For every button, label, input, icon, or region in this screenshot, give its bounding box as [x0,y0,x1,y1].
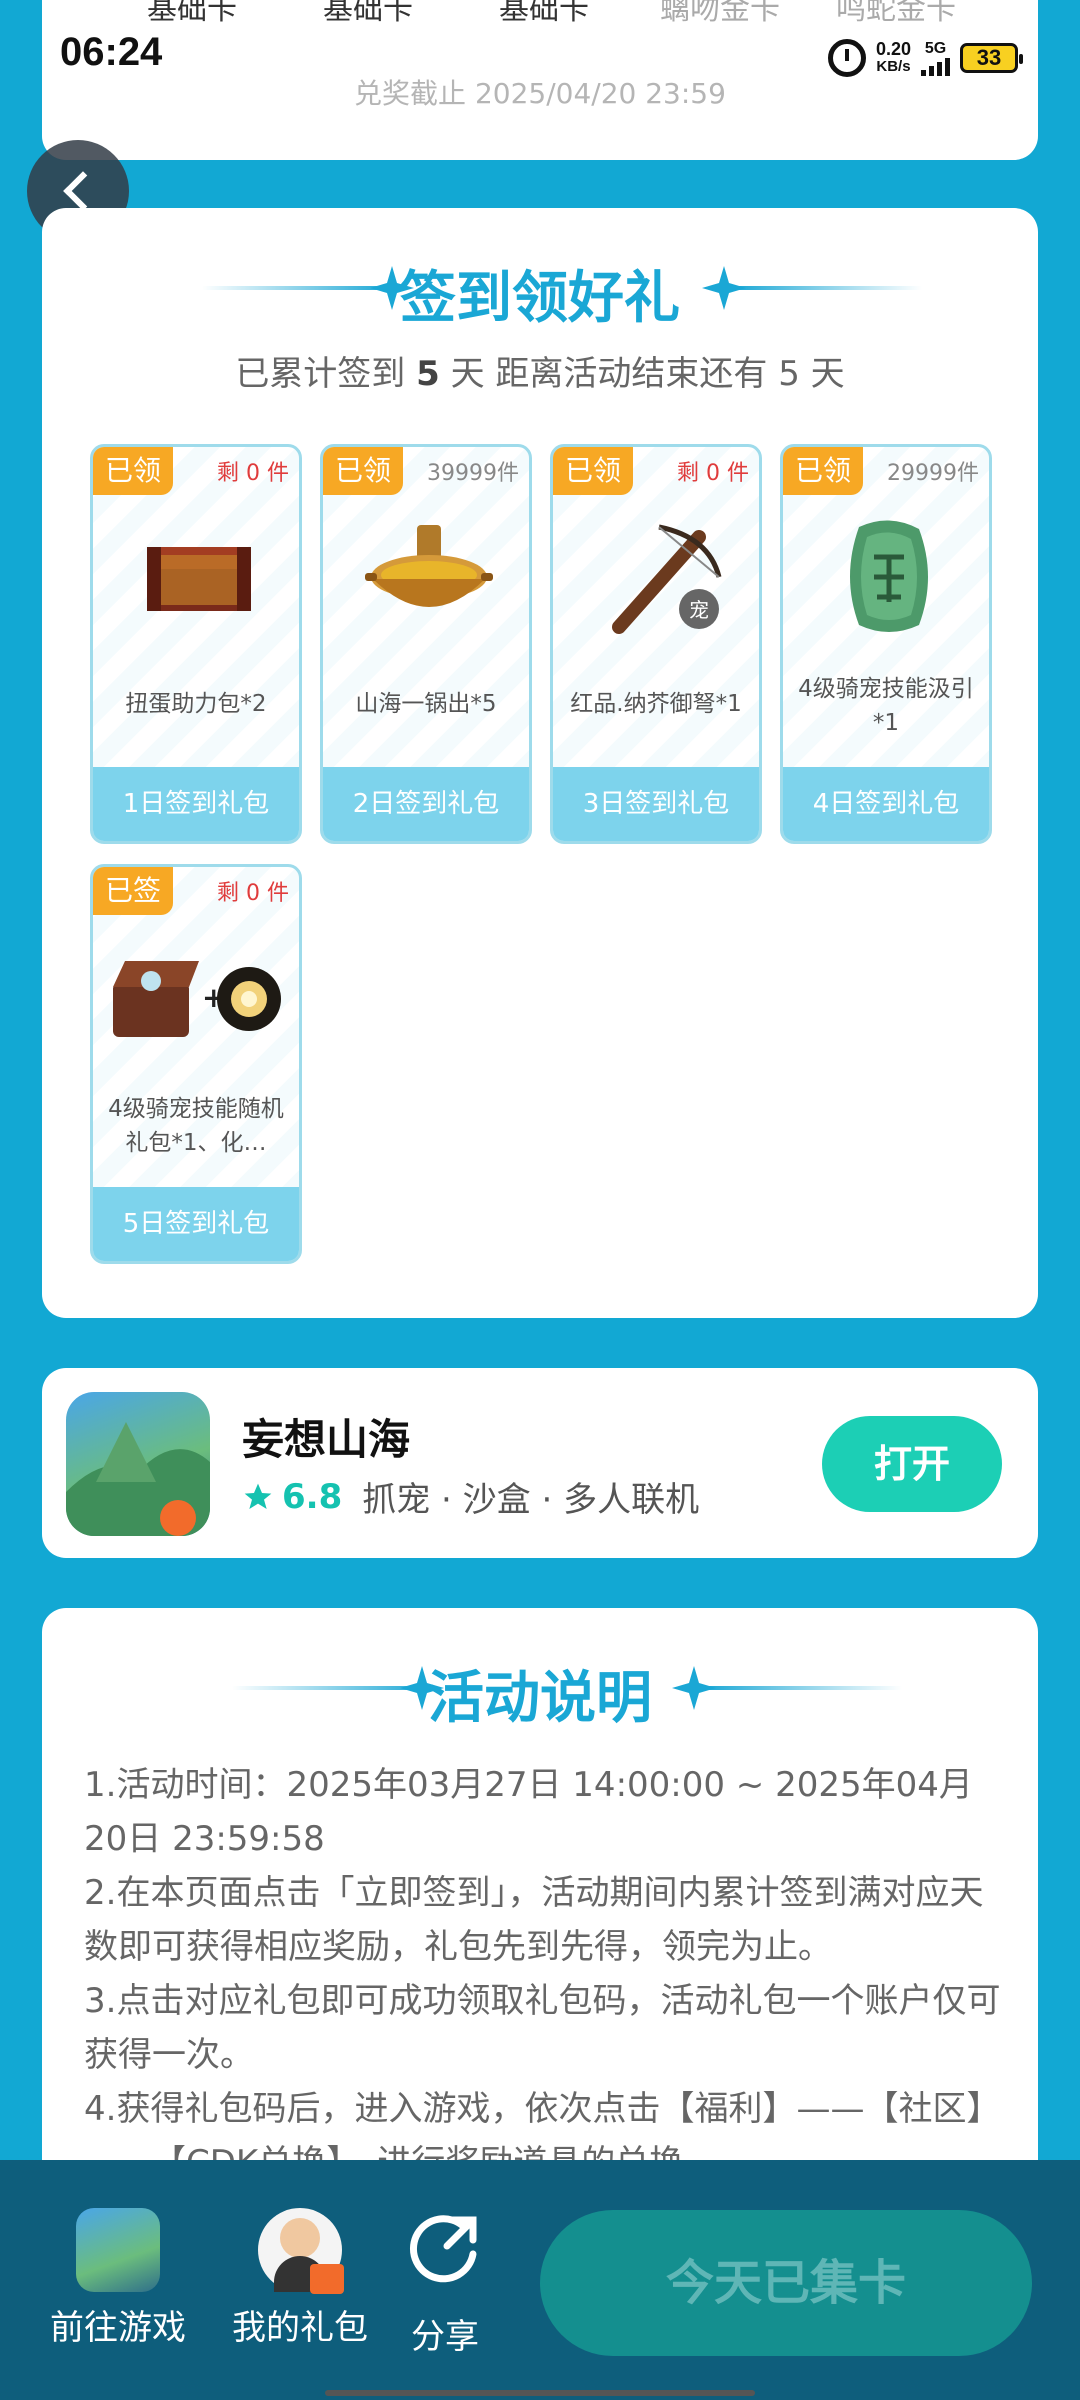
cellular-signal: 5G [921,40,950,76]
gift-box-icon [310,2264,344,2294]
claimed-badge: 已领 [323,447,403,495]
game-tags: 抓宠 · 沙盒 · 多人联机 [362,1480,700,1520]
title-decoration [732,286,922,290]
rules-list: 1.活动时间：2025年03月27日 14:00:00 ~ 2025年04月20… [84,1758,1002,2190]
prize-card-fragment: 基础卡 基础卡 基础卡 螭吻金卡 鸣蛇金卡 兑奖截止 2025/04/20 23… [42,0,1038,160]
redeem-deadline: 兑奖截止 2025/04/20 23:59 [354,77,726,110]
gift-day-4[interactable]: 已领 29999件 4级骑宠技能汲引*1 4日签到礼包 [780,444,992,844]
gift-day-label: 4日签到礼包 [783,767,989,841]
game-title: 妄想山海 [242,1415,411,1464]
claimed-badge: 已领 [93,447,173,495]
gift-name: 山海一锅出*5 [355,691,497,717]
avatar [258,2208,344,2294]
gift-day-2[interactable]: 已领 39999件 山海一锅出*5 2日签到礼包 [320,444,532,844]
gift-day-1[interactable]: 已领 剩 0 件 扭蛋助力包*2 1日签到礼包 [90,444,302,844]
claimed-badge: 已领 [553,447,633,495]
network-speed: 0.20 KB/s [875,39,911,75]
home-indicator [325,2390,755,2396]
stock-count: 剩 0 件 [217,461,289,486]
jade-seal-icon [850,520,928,632]
gift-name: 4级骑宠技能汲引*1 [798,676,974,736]
card-tab[interactable]: 基础卡 [464,0,624,28]
signin-progress: 已累计签到 5 天 距离活动结束还有 5 天 [235,354,845,394]
status-icons: 0.20 KB/s 5G 33 [827,38,1023,78]
gift-name: 扭蛋助力包*2 [125,691,267,717]
stock-count: 剩 0 件 [217,881,289,906]
collected-today-button[interactable]: 今天已集卡 [540,2210,1032,2356]
game-meta: 6.8 抓宠 · 沙盒 · 多人联机 [242,1472,699,1521]
status-time: 06:24 [60,30,163,74]
section-title: 活动说明 [428,1666,652,1731]
gift-day-label: 2日签到礼包 [323,767,529,841]
game-app-icon[interactable] [66,1392,210,1536]
claimed-badge: 已领 [783,447,863,495]
stock-count: 剩 0 件 [677,461,749,486]
gift-day-5[interactable]: 已签 剩 0 件 + 4级骑宠技能随机礼包*1、化… 5日签到礼包 [90,864,302,1264]
card-tab[interactable]: 基础卡 [112,0,272,28]
signin-gift-card: 签到领好礼 已累计签到 5 天 距离活动结束还有 5 天 已领 剩 0 件 扭蛋… [42,208,1038,1318]
gift-day-label: 5日签到礼包 [93,1187,299,1261]
go-to-game-button[interactable]: 前往游戏 [48,2208,188,2349]
star-icon [244,1483,272,1509]
signed-badge: 已签 [93,867,173,915]
hotpot-icon [365,525,493,607]
card-tab[interactable]: 螭吻金卡 [640,0,800,28]
crossbow-icon: 宠 [612,524,722,634]
game-info-card[interactable]: 妄想山海 6.8 抓宠 · 沙盒 · 多人联机 打开 [42,1368,1038,1558]
gift-day-label: 3日签到礼包 [553,767,759,841]
signal-bars-icon [921,58,950,76]
rule-item: 1.活动时间：2025年03月27日 14:00:00 ~ 2025年04月20… [84,1765,973,1859]
battery-icon: 33 [960,43,1023,73]
section-title: 签到领好礼 [400,266,680,331]
game-rating: 6.8 [242,1477,342,1517]
rule-item: 2.在本页面点击「立即签到」，活动期间内累计签到满对应天数即可获得相应奖励，礼包… [84,1873,984,1967]
share-icon [409,2215,477,2283]
my-gifts-button[interactable]: 我的礼包 [230,2208,370,2349]
game-app-icon [76,2208,160,2292]
svg-text:宠: 宠 [689,598,709,622]
bottom-action-bar: 前往游戏 我的礼包 分享 今天已集卡 [0,2160,1080,2400]
open-game-button[interactable]: 打开 [822,1416,1002,1512]
alarm-icon [827,39,866,77]
stock-count: 39999件 [427,461,519,486]
card-tabs: 基础卡 基础卡 基础卡 螭吻金卡 鸣蛇金卡 [42,0,1038,27]
stock-count: 29999件 [887,461,979,486]
chevron-left-icon [63,171,103,211]
card-tab[interactable]: 基础卡 [288,0,448,28]
title-decoration [702,1686,902,1690]
share-button[interactable]: 分享 [400,2208,490,2358]
card-tab[interactable]: 鸣蛇金卡 [816,0,976,28]
gift-day-label: 1日签到礼包 [93,767,299,841]
gift-name: 红品.纳芥御弩*1 [570,691,742,717]
chest-and-orb-icon: + [113,961,281,1037]
gift-day-3[interactable]: 已领 剩 0 件 宠 红品.纳芥御弩*1 3日签到礼包 [550,444,762,844]
treasure-chest-icon [147,547,251,611]
rule-item: 3.点击对应礼包即可成功领取礼包码，活动礼包一个账户仅可获得一次。 [84,1981,1001,2075]
gift-name: 4级骑宠技能随机礼包*1、化… [108,1096,284,1156]
